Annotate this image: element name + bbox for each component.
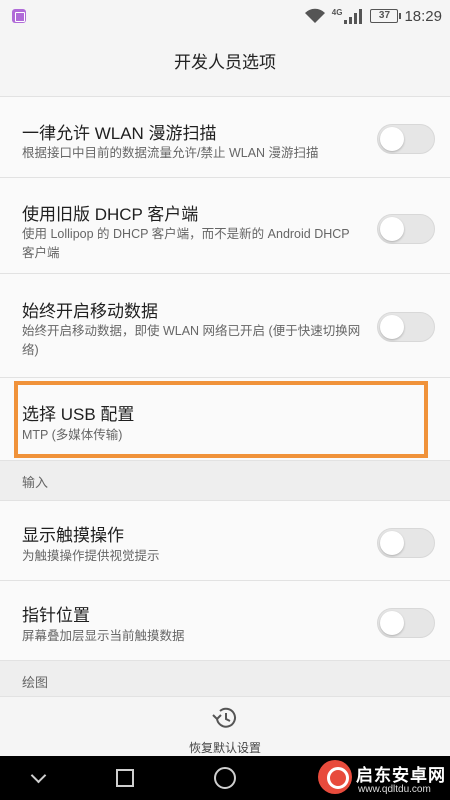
chevron-right-icon: › — [424, 410, 429, 426]
watermark-title: 启东安卓网 — [356, 766, 446, 785]
setting-title: 使用旧版 DHCP 客户端 — [22, 205, 199, 224]
recent-apps-icon — [116, 769, 134, 787]
setting-mobile-data-always-on[interactable]: 始终开启移动数据 始终开启移动数据，即使 WLAN 网络已开启 (便于快速切换网… — [0, 273, 450, 377]
wifi-icon — [304, 8, 325, 23]
settings-list[interactable]: 一律允许 WLAN 漫游扫描 根据接口中目前的数据流量允许/禁止 WLAN 漫游… — [0, 96, 450, 696]
setting-subtitle: 根据接口中目前的数据流量允许/禁止 WLAN 漫游扫描 — [22, 146, 319, 160]
status-bar: 4G 37 18:29 — [0, 0, 450, 32]
signal-icon — [344, 8, 364, 24]
recent-apps-button[interactable] — [95, 756, 155, 800]
bottom-action-bar: 恢复默认设置 — [0, 696, 450, 756]
setting-title: 选择 USB 配置 — [22, 405, 135, 424]
section-title: 绘图 — [22, 675, 49, 690]
setting-subtitle: 为触摸操作提供视觉提示 — [22, 549, 160, 563]
mobile-data-always-on-toggle[interactable] — [377, 312, 435, 342]
legacy-dhcp-toggle[interactable] — [377, 214, 435, 244]
section-header-input: 输入 — [0, 460, 450, 500]
setting-title: 显示触摸操作 — [22, 526, 124, 545]
restore-defaults-label: 恢复默认设置 — [188, 741, 261, 755]
pointer-location-toggle[interactable] — [377, 608, 435, 638]
battery-level: 37 — [378, 10, 391, 21]
watermark-logo — [318, 760, 352, 794]
watermark-url: www.qdltdu.com — [358, 784, 431, 795]
setting-show-touches[interactable]: 显示触摸操作 为触摸操作提供视觉提示 — [0, 500, 450, 580]
wlan-roaming-scan-toggle[interactable] — [377, 124, 435, 154]
setting-subtitle: 屏幕叠加层显示当前触摸数据 — [22, 629, 185, 643]
setting-title: 指针位置 — [22, 606, 90, 625]
back-button[interactable] — [8, 756, 68, 800]
setting-pointer-location[interactable]: 指针位置 屏幕叠加层显示当前触摸数据 — [0, 580, 450, 660]
setting-legacy-dhcp-client[interactable]: 使用旧版 DHCP 客户端 使用 Lollipop 的 DHCP 客户端，而不是… — [0, 177, 450, 273]
status-icons: 4G 37 18:29 — [304, 5, 442, 27]
watermark: 启东安卓网 www.qdltdu.com — [318, 758, 450, 800]
setting-subtitle: 使用 Lollipop 的 DHCP 客户端，而不是新的 Android DHC… — [22, 227, 350, 260]
network-type-label: 4G — [331, 7, 343, 17]
battery-icon: 37 — [370, 9, 402, 23]
back-icon — [30, 767, 46, 783]
home-icon — [214, 767, 236, 789]
show-touches-toggle[interactable] — [377, 528, 435, 558]
setting-usb-configuration[interactable]: 选择 USB 配置 MTP (多媒体传输) — [0, 377, 450, 460]
page-title: 开发人员选项 — [174, 52, 276, 72]
clock: 18:29 — [404, 7, 442, 25]
title-bar: 开发人员选项 — [0, 32, 450, 88]
setting-wlan-roaming-scan[interactable]: 一律允许 WLAN 漫游扫描 根据接口中目前的数据流量允许/禁止 WLAN 漫游… — [0, 96, 450, 177]
setting-title: 一律允许 WLAN 漫游扫描 — [22, 124, 217, 143]
setting-subtitle: 始终开启移动数据，即使 WLAN 网络已开启 (便于快速切换网络) — [22, 324, 361, 357]
history-icon — [212, 707, 236, 728]
section-title: 输入 — [22, 475, 49, 490]
section-header-drawing: 绘图 — [0, 660, 450, 696]
restore-defaults-button[interactable]: 恢复默认设置 — [175, 701, 275, 755]
setting-subtitle: MTP (多媒体传输) — [22, 428, 123, 442]
home-button[interactable] — [195, 756, 255, 800]
setting-title: 始终开启移动数据 — [22, 302, 158, 321]
app-notification-icon — [12, 9, 26, 23]
